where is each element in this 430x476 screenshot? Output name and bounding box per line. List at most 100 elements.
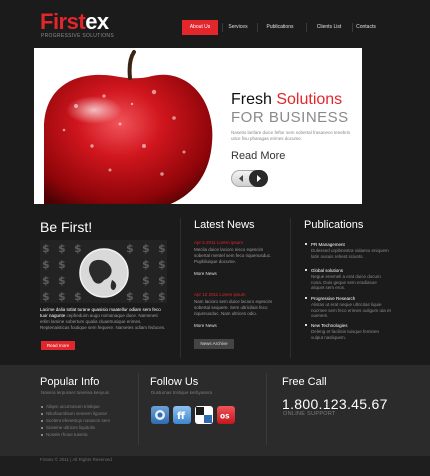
- nav-item-clients-list[interactable]: Clients List: [309, 20, 349, 35]
- popular-link[interactable]: Nosele rhoue tuseria: [41, 432, 88, 437]
- news-date[interactable]: Apr 5 2011 Lorem ipsum: [194, 240, 243, 245]
- be-first-text: Lacime dalia totlat turane quasisio maat…: [40, 307, 168, 331]
- flickr-icon[interactable]: [195, 406, 213, 424]
- news-date[interactable]: Apr 12 2011 Lorem ipsum: [194, 292, 245, 297]
- nav-item-contacts[interactable]: Contacts: [353, 20, 379, 35]
- svg-text:$: $: [58, 290, 66, 303]
- publication-text: Alistas ut erat neque ultricitas liquie …: [311, 302, 391, 318]
- nav-item-about-us[interactable]: About Us: [182, 20, 218, 35]
- popular-info-subtitle: Nasera lerpusser tuseriea kenyuis: [41, 390, 110, 395]
- hero-banner: Fresh Solutions FOR BUSINESS Nasetio lan…: [34, 48, 362, 204]
- svg-text:$: $: [158, 290, 166, 303]
- hero-read-more-link[interactable]: Read More: [231, 150, 285, 162]
- more-news-link[interactable]: More News: [194, 271, 217, 276]
- nav-separator: [222, 23, 223, 32]
- copyright: Firstex © 2011 | All Rights Reserved: [40, 457, 112, 462]
- news-archive-button[interactable]: News Archive: [194, 339, 234, 349]
- logo-part1: First: [40, 9, 86, 34]
- nav-separator: [306, 23, 307, 32]
- svg-text:$: $: [74, 290, 82, 303]
- column-divider: [180, 218, 181, 358]
- slider-right-arrow-icon[interactable]: [249, 170, 268, 187]
- hero-title-part2: Solutions: [276, 91, 343, 108]
- tagline: PROGRESSIVE SOLUTIONS: [41, 33, 114, 39]
- hero-subtitle: FOR BUSINESS: [231, 109, 349, 126]
- footer-divider: [266, 373, 267, 445]
- bullet-icon: [305, 324, 307, 326]
- svg-text:$: $: [126, 242, 134, 255]
- popular-link[interactable]: Aliqen uicursosum tristique: [41, 404, 100, 409]
- slider-controls: [231, 170, 268, 187]
- news-text: Nam lacioro sem duice lacioro eqescim so…: [194, 299, 273, 316]
- bullet-icon: [41, 426, 43, 429]
- delicious-icon[interactable]: [151, 406, 169, 424]
- publication-title: Global solutions: [311, 268, 344, 273]
- more-news-link[interactable]: More News: [194, 323, 217, 328]
- news-text: Mecila duice lacioro nisco eqescim sober…: [194, 247, 272, 264]
- bullet-icon: [305, 243, 307, 245]
- svg-text:$: $: [126, 290, 134, 303]
- bullet-icon: [41, 419, 43, 422]
- bullet-icon: [305, 269, 307, 271]
- publication-text: Dulessed urpibnestra vidaeso eniquem lat…: [311, 248, 389, 259]
- bullet-icon: [41, 405, 43, 408]
- hero-text: Nasetio lanfare duice feftur sem soberta…: [231, 130, 351, 141]
- latest-news-title: Latest News: [194, 219, 255, 231]
- nav-item-publications[interactable]: Publications: [260, 20, 300, 35]
- free-call-title: Free Call: [282, 376, 327, 388]
- dollar-globe-image: $ $ $ $ $ $ $ $ $ $ $ $ $ $ $ $ $ $ $ $: [40, 240, 167, 303]
- nav-item-services[interactable]: Services: [224, 20, 252, 35]
- svg-text:$: $: [42, 258, 50, 271]
- follow-us-title: Follow Us: [150, 376, 199, 388]
- svg-text:$: $: [158, 258, 166, 271]
- svg-text:os: os: [220, 412, 230, 421]
- friendfeed-icon[interactable]: ff: [173, 406, 191, 424]
- hero-title: Fresh Solutions: [231, 91, 342, 109]
- publications-title: Publications: [304, 219, 364, 231]
- apple-image: [34, 48, 214, 204]
- popular-link[interactable]: Suseine ultrices liquitolis: [41, 425, 95, 430]
- footer-divider: [138, 373, 139, 445]
- svg-text:$: $: [42, 242, 50, 255]
- column-divider: [290, 218, 291, 358]
- svg-text:$: $: [142, 290, 150, 303]
- popular-link[interactable]: Scelent efenetriqs nosacon sem: [41, 418, 110, 423]
- svg-text:$: $: [158, 242, 166, 255]
- logo-part2: ex: [85, 9, 109, 34]
- svg-text:ff: ff: [177, 411, 186, 422]
- phone-number[interactable]: 1.800.123.45.67: [282, 396, 388, 412]
- popular-link-label: Scelent efenetriqs nosacon sem: [46, 418, 111, 423]
- bullet-icon: [41, 433, 43, 436]
- svg-text:$: $: [158, 274, 166, 287]
- svg-text:$: $: [74, 242, 82, 255]
- popular-link-label: Aliqen uicursosum tristique: [46, 404, 100, 409]
- svg-text:$: $: [42, 274, 50, 287]
- svg-text:$: $: [142, 242, 150, 255]
- bullet-icon: [41, 412, 43, 415]
- hero-title-part1: Fresh: [231, 91, 277, 108]
- popular-link[interactable]: Nikofaumbium sesnem ligusse: [41, 411, 107, 416]
- publication-text: Negue enemeli a erat duice docum nosa. D…: [311, 274, 381, 290]
- be-first-read-more-button[interactable]: Read more: [41, 341, 75, 350]
- popular-link-label: Suseine ultrices liquitolis: [46, 425, 96, 430]
- publication-text: Deleng et facilisis tuisque feminen vulp…: [311, 329, 380, 340]
- bullet-icon: [305, 297, 307, 299]
- publication-title: Progressive Research: [311, 296, 356, 301]
- publication-title: PR Management: [311, 242, 345, 247]
- svg-text:$: $: [58, 242, 66, 255]
- nav-separator: [257, 23, 258, 32]
- follow-us-subtitle: Dusturnas tristique kerbyasera: [151, 390, 213, 395]
- publication-title: New Technologies: [311, 323, 348, 328]
- popular-info-title: Popular Info: [40, 376, 100, 388]
- svg-text:$: $: [58, 274, 66, 287]
- svg-text:$: $: [58, 258, 66, 271]
- online-support-label: ONLINE SUPPORT: [283, 411, 336, 417]
- logo[interactable]: Firstex: [40, 11, 109, 33]
- popular-link-label: Nikofaumbium sesnem ligusse: [46, 411, 108, 416]
- lastfm-icon[interactable]: os: [217, 406, 235, 424]
- svg-text:$: $: [142, 274, 150, 287]
- svg-text:$: $: [42, 290, 50, 303]
- be-first-title: Be First!: [40, 219, 93, 235]
- svg-text:$: $: [142, 258, 150, 271]
- popular-link-label: Nosele rhoue tuseria: [46, 432, 88, 437]
